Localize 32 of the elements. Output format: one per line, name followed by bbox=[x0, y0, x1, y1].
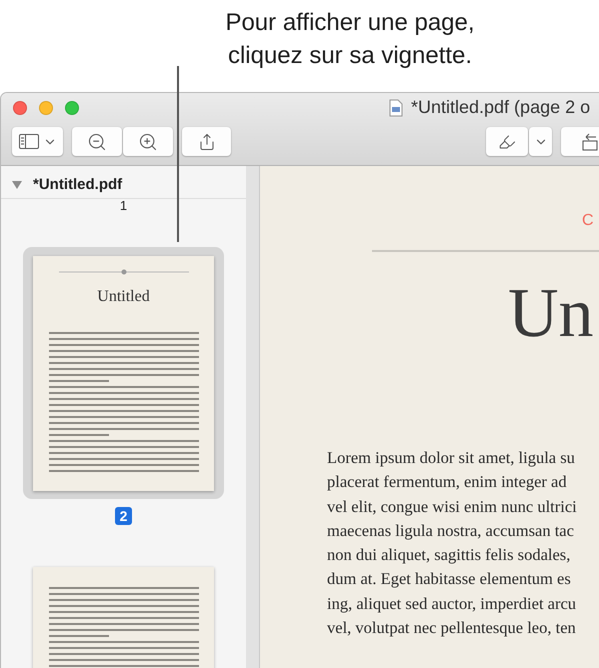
share-button[interactable] bbox=[182, 127, 231, 156]
page-thumbnail[interactable]: Untitled bbox=[23, 247, 224, 499]
highlighter-icon bbox=[498, 132, 516, 150]
page-number-badge: 2 bbox=[114, 507, 132, 525]
disclosure-triangle-icon[interactable] bbox=[11, 180, 23, 190]
thumbnail-title: Untitled bbox=[97, 288, 150, 306]
page-title: Un bbox=[508, 274, 594, 354]
sidebar-icon bbox=[18, 134, 38, 149]
text-line: Lorem ipsum dolor sit amet, ligula su bbox=[327, 447, 576, 469]
text-line: ing, aliquet sed auctor, imperdiet arcu bbox=[327, 592, 578, 615]
callout-text: Pour afficher une page, cliquez sur sa vignette. bbox=[224, 8, 476, 71]
zoom-out-icon bbox=[87, 132, 107, 152]
sidebar-menu-button[interactable] bbox=[12, 127, 63, 156]
zoom-out-button[interactable] bbox=[72, 127, 122, 156]
share-icon bbox=[198, 132, 216, 150]
text-line: vel elit, congue wisi enim nunc ultrici bbox=[327, 496, 578, 518]
chapter-heading: C bbox=[582, 212, 594, 230]
markup-menu-button[interactable] bbox=[529, 127, 552, 156]
document-icon bbox=[389, 98, 403, 116]
window-title: *Untitled.pdf (page 2 o bbox=[411, 97, 590, 118]
text-line: non dui aliquet, sagittis felis sodales, bbox=[327, 544, 572, 566]
markup-button[interactable] bbox=[486, 127, 528, 156]
close-button[interactable] bbox=[13, 101, 27, 115]
zoom-in-icon bbox=[138, 132, 158, 152]
text-line: placerat fermentum, enim integer ad bbox=[327, 471, 568, 494]
text-line: maecenas ligula nostra, accumsan tac bbox=[327, 520, 575, 542]
ornament-rule-icon bbox=[58, 268, 188, 276]
document-name: *Untitled.pdf bbox=[33, 176, 122, 193]
text-line: vel, volutpat nec pellentesque leo, ten bbox=[327, 617, 577, 640]
rotate-icon bbox=[582, 132, 599, 150]
zoom-in-button[interactable] bbox=[123, 127, 173, 156]
text-line: dum at. Eget habitasse elementum es bbox=[327, 568, 572, 590]
